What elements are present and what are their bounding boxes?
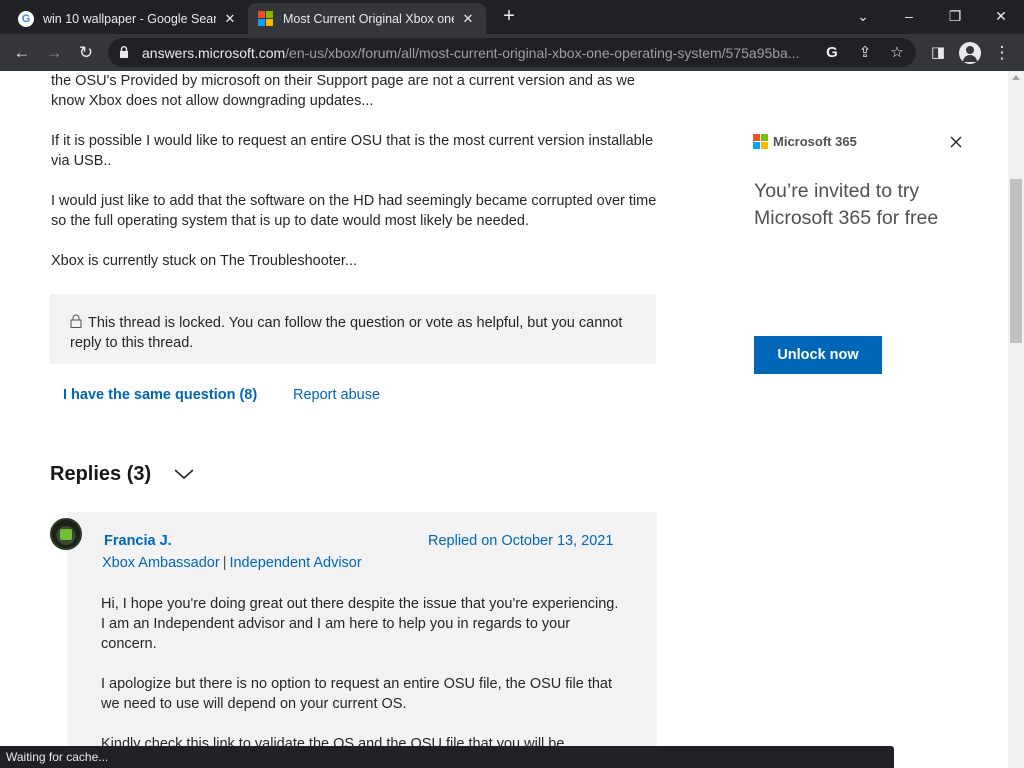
reply-author-roles: Xbox Ambassador | Independent Advisor [102, 555, 362, 571]
locked-notice-text: This thread is locked. You can follow th… [70, 315, 623, 351]
side-panel-icon[interactable]: ◨ [926, 41, 950, 65]
same-question-button[interactable]: I have the same question (8) [63, 387, 257, 403]
reload-icon[interactable]: ↻ [74, 41, 98, 65]
url-path: /en-us/xbox/forum/all/most-current-origi… [285, 45, 800, 61]
bookmark-star-icon[interactable]: ☆ [887, 43, 907, 63]
new-tab-button[interactable]: + [498, 5, 520, 27]
status-bubble: Waiting for cache... [0, 746, 894, 768]
restore-icon[interactable]: ❐ [944, 5, 966, 27]
reply-paragraph: Hi, I hope you're doing great out there … [101, 596, 619, 652]
tab-xbox-forum[interactable]: Most Current Original Xbox one Operating… [248, 3, 486, 34]
vertical-scrollbar[interactable] [1008, 71, 1024, 768]
reply-author-link[interactable]: Francia J. [104, 533, 172, 549]
tab-strip: G win 10 wallpaper - Google Search ✕ Mos… [0, 0, 1024, 34]
microsoft-logo-icon [753, 134, 768, 149]
url-text: answers.microsoft.com/en-us/xbox/forum/a… [142, 45, 814, 61]
microsoft-365-logo: Microsoft 365 [753, 134, 857, 149]
reply-paragraph: I apologize but there is no option to re… [101, 676, 613, 712]
tab-title: Most Current Original Xbox one Operating… [283, 11, 454, 26]
locked-thread-notice: This thread is locked. You can follow th… [50, 294, 656, 364]
minimize-icon[interactable]: – [898, 5, 920, 27]
lock-icon [120, 46, 128, 58]
menu-kebab-icon[interactable]: ⋮ [990, 41, 1014, 65]
profile-avatar-icon[interactable] [959, 42, 981, 64]
tab-search-icon[interactable]: ⌄ [852, 5, 874, 27]
replies-heading: Replies (3) [50, 463, 152, 485]
scroll-up-arrow-icon[interactable] [1012, 75, 1020, 80]
tab-google-search[interactable]: G win 10 wallpaper - Google Search ✕ [8, 3, 248, 34]
browser-toolbar: ← → ↻ answers.microsoft.com/en-us/xbox/f… [0, 34, 1024, 71]
google-lens-icon[interactable]: G [822, 43, 842, 63]
post-paragraph: If it is possible I would like to reques… [51, 133, 654, 169]
microsoft-icon [258, 10, 274, 27]
close-tab-icon[interactable]: ✕ [460, 11, 476, 27]
close-tab-icon[interactable]: ✕ [222, 11, 238, 27]
role-independent-advisor-link[interactable]: Independent Advisor [229, 555, 361, 571]
close-icon[interactable] [947, 133, 965, 151]
page-viewport: the OSU's Provided by microsoft on their… [0, 71, 1008, 768]
back-icon[interactable]: ← [10, 41, 34, 65]
tab-title: win 10 wallpaper - Google Search [43, 11, 216, 26]
address-bar[interactable]: answers.microsoft.com/en-us/xbox/forum/a… [108, 38, 916, 67]
role-separator: | [222, 555, 227, 571]
unlock-now-button[interactable]: Unlock now [754, 336, 882, 374]
ad-headline: You’re invited to try Microsoft 365 for … [754, 180, 939, 229]
scrollbar-thumb[interactable] [1010, 179, 1022, 343]
chevron-down-icon[interactable] [173, 467, 195, 481]
padlock-icon [70, 314, 82, 328]
forward-icon[interactable]: → [42, 41, 66, 65]
reply-date-link[interactable]: Replied on October 13, 2021 [428, 533, 613, 549]
avatar[interactable] [50, 518, 82, 550]
post-paragraph: the OSU's Provided by microsoft on their… [51, 73, 635, 109]
post-paragraph: I would just like to add that the softwa… [51, 193, 657, 229]
post-paragraph: Xbox is currently stuck on The Troublesh… [51, 253, 358, 269]
url-host: answers.microsoft.com [142, 45, 286, 61]
report-abuse-link[interactable]: Report abuse [293, 387, 380, 403]
role-xbox-ambassador-link[interactable]: Xbox Ambassador [102, 555, 220, 571]
share-icon[interactable]: ⇪ [855, 43, 875, 63]
google-icon: G [18, 10, 34, 27]
ad-brand: Microsoft 365 [773, 134, 857, 149]
close-window-icon[interactable]: ✕ [990, 5, 1012, 27]
